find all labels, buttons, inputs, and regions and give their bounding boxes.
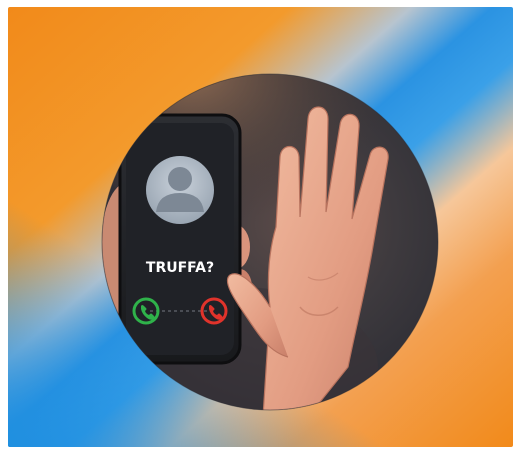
illustration-canvas: TRUFFA? <box>8 7 513 447</box>
smartphone: TRUFFA? <box>118 113 242 365</box>
call-caption: TRUFFA? <box>146 260 214 276</box>
scam-call-illustration: TRUFFA? <box>8 7 513 447</box>
user-silhouette-icon <box>146 156 214 224</box>
